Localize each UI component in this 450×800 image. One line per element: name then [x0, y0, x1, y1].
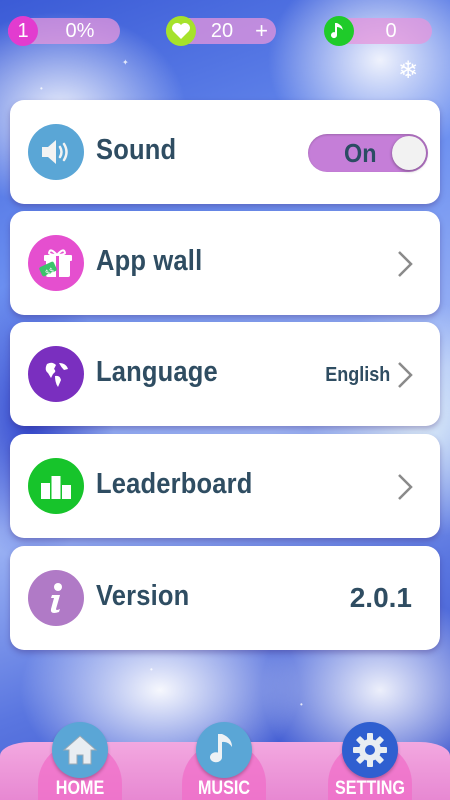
info-icon	[28, 570, 84, 626]
app-wall-label: App wall	[96, 245, 203, 277]
version-value: 2.0.1	[349, 582, 412, 613]
notes-count: 0	[385, 20, 397, 42]
app-wall-card[interactable]: $$ App wall	[10, 211, 440, 315]
add-lives-button[interactable]: +	[255, 18, 268, 44]
snow-particle: •	[300, 700, 303, 709]
speaker-icon	[28, 124, 84, 180]
toggle-knob[interactable]	[392, 136, 426, 170]
house-icon[interactable]	[52, 722, 108, 778]
nav-setting-label: SETTING	[335, 778, 405, 799]
music-note-icon	[324, 16, 354, 46]
snow-particle: •	[150, 665, 153, 674]
snow-particle: ✦	[122, 58, 129, 67]
gear-icon[interactable]	[342, 722, 398, 778]
status-bar: 1 0% 20 + 0	[0, 16, 450, 48]
sound-label: Sound	[96, 134, 177, 166]
gift-icon: $$	[28, 235, 84, 291]
globe-icon	[28, 346, 84, 402]
nav-music[interactable]: MUSIC	[178, 722, 270, 800]
nav-home[interactable]: HOME	[34, 722, 126, 800]
language-card[interactable]: Language English	[10, 322, 440, 426]
chevron-right-icon	[396, 360, 414, 395]
heart-icon	[166, 16, 196, 46]
sound-toggle-value: On	[344, 138, 377, 168]
notes-pill: 0	[324, 16, 432, 46]
nav-music-label: MUSIC	[197, 778, 251, 799]
music-note-icon[interactable]	[196, 722, 252, 778]
sound-setting-card: Sound On	[10, 100, 440, 204]
level-progress-pill: 1 0%	[8, 16, 120, 46]
version-label: Version	[96, 580, 190, 612]
snow-particle: •	[40, 84, 43, 93]
language-value: English	[324, 364, 390, 386]
leaderboard-label: Leaderboard	[96, 468, 253, 500]
chevron-right-icon	[396, 249, 414, 284]
snowflake-icon: ❄	[398, 57, 419, 84]
level-progress-value: 0%	[65, 20, 95, 42]
podium-icon	[28, 458, 84, 514]
sound-toggle[interactable]: On	[308, 134, 428, 172]
level-badge: 1	[8, 16, 38, 46]
nav-setting[interactable]: SETTING	[324, 722, 416, 800]
language-label: Language	[96, 356, 218, 388]
lives-pill[interactable]: 20 +	[166, 16, 276, 46]
lives-count: 20	[210, 20, 234, 42]
chevron-right-icon	[396, 472, 414, 507]
nav-home-label: HOME	[55, 778, 105, 799]
leaderboard-card[interactable]: Leaderboard	[10, 434, 440, 538]
version-card: Version 2.0.1	[10, 546, 440, 650]
